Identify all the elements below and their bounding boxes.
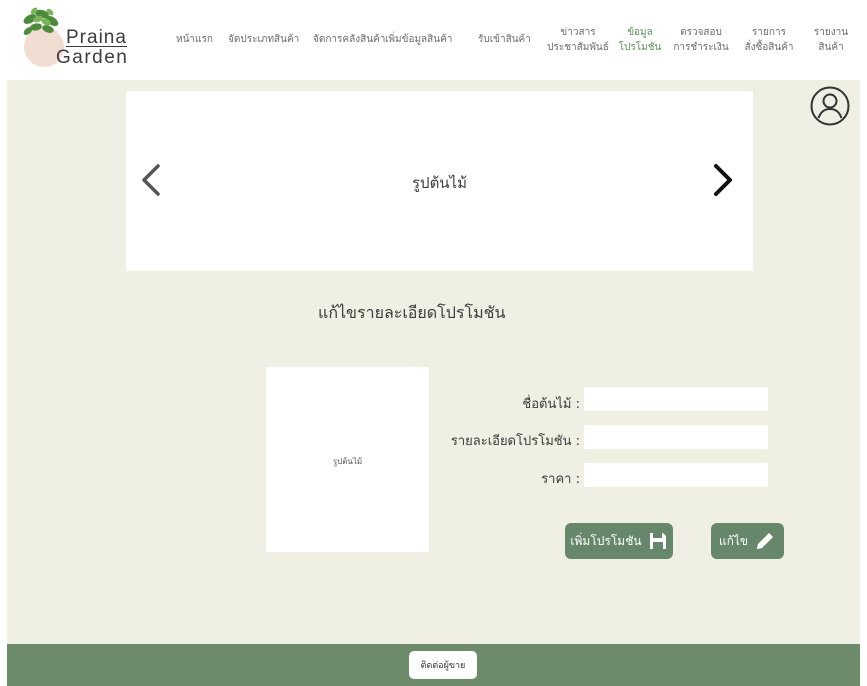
nav-item-receive-stock[interactable]: รับเข้าสินค้า — [478, 32, 531, 47]
slider-image-label: รูปต้นไม้ — [411, 174, 467, 192]
page-title: แก้ไขรายละเอียดโปรโมชัน — [318, 303, 506, 322]
nav-item-label: เพิ่มข้อมูลสินค้า — [385, 34, 453, 45]
promo-detail-field[interactable] — [584, 425, 768, 449]
nav-item-payment-check[interactable]: ตรวจสอบ การชำระเงิน — [672, 25, 730, 55]
plant-name-field[interactable] — [584, 387, 768, 411]
nav-item-label: รายการ — [752, 27, 786, 38]
add-promotion-label: เพิ่มโปรโมชัน — [570, 533, 642, 548]
nav-item-label: รับเข้าสินค้า — [478, 34, 531, 45]
save-icon — [649, 533, 666, 549]
nav-item-reports[interactable]: รายงาน สินค้า — [812, 25, 850, 55]
plant-name-label: ชื่อต้นไม้ : — [522, 397, 580, 412]
nav-item-inventory[interactable]: จัดการคลังสินค้า — [313, 32, 385, 47]
brand-name-line1: Praina — [66, 27, 127, 48]
image-slider: รูปต้นไม้ — [126, 91, 753, 271]
user-circle-icon[interactable] — [810, 86, 850, 126]
nav-item-label: ตรวจสอบ — [680, 27, 722, 38]
nav-item-label: หน้าแรก — [176, 34, 213, 45]
nav-item-label: จัดการคลังสินค้า — [313, 34, 386, 45]
nav-item-label: การชำระเงิน — [673, 42, 729, 53]
brand-logo[interactable]: Praina Garden — [20, 5, 145, 70]
site-header: Praina Garden หน้าแรก จัดประเภทสินค้า จั… — [0, 0, 867, 80]
nav-item-label: ข่าวสาร — [560, 27, 596, 38]
nav-item-label: สินค้า — [818, 42, 844, 53]
nav-item-categories[interactable]: จัดประเภทสินค้า — [228, 32, 299, 47]
chevron-right-icon[interactable] — [710, 163, 736, 197]
plant-logo-icon — [23, 7, 59, 35]
site-footer: ติดต่อผู้ขาย — [7, 644, 860, 686]
nav-item-news[interactable]: ข่าวสาร ประชาสัมพันธ์ — [544, 25, 612, 55]
pencil-icon — [757, 533, 774, 549]
promo-detail-label: รายละเอียดโปรโมชัน : — [450, 434, 580, 449]
nav-item-promotions[interactable]: ข้อมูล โปรโมชัน — [618, 25, 662, 55]
price-label: ราคา : — [541, 472, 580, 487]
nav-item-orders[interactable]: รายการ สั่งซื้อสินค้า — [741, 25, 797, 55]
price-field[interactable] — [584, 463, 768, 487]
nav-item-label: ประชาสัมพันธ์ — [547, 42, 609, 53]
nav-item-label: รายงาน — [813, 27, 849, 38]
edit-label: แก้ไข — [718, 533, 749, 548]
plant-image-box[interactable]: รูปต้นไม้ — [266, 367, 429, 552]
nav-item-add-product[interactable]: เพิ่มข้อมูลสินค้า — [385, 32, 452, 47]
plant-image-label: รูปต้นไม้ — [332, 457, 363, 466]
add-promotion-button[interactable]: เพิ่มโปรโมชัน — [565, 523, 673, 559]
nav-item-home[interactable]: หน้าแรก — [176, 32, 213, 47]
nav-item-label: สั่งซื้อสินค้า — [744, 42, 794, 53]
nav-item-label: โปรโมชัน — [618, 42, 662, 53]
edit-button[interactable]: แก้ไข — [711, 523, 784, 559]
brand-name-line2: Garden — [56, 47, 129, 68]
nav-item-label: จัดประเภทสินค้า — [228, 34, 300, 45]
nav-item-label: ข้อมูล — [627, 27, 653, 38]
contact-seller-button[interactable]: ติดต่อผู้ขาย — [409, 651, 477, 679]
